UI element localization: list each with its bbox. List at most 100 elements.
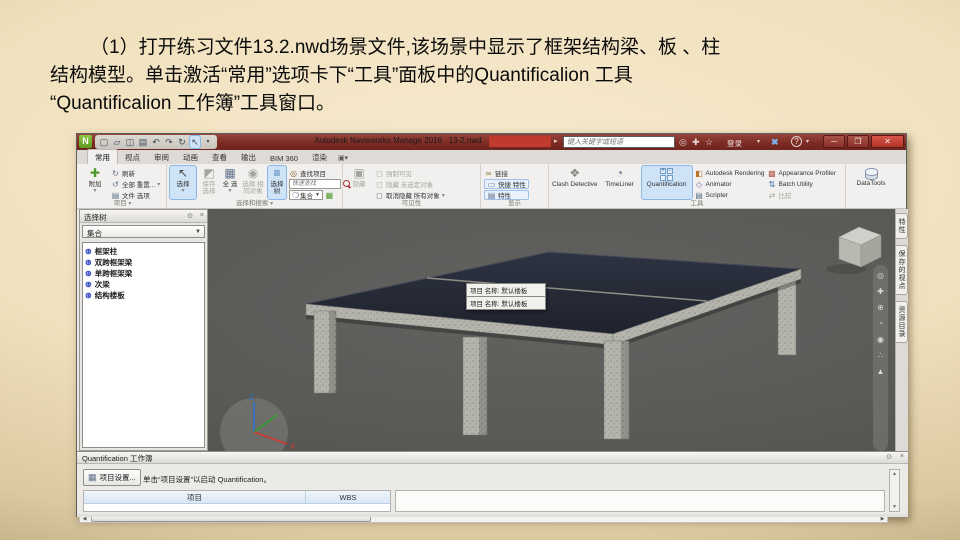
require-button[interactable]: ◻ 强制可见 [375,168,445,179]
exchange-apps-icon[interactable]: ✖ [771,136,779,148]
quick-find-input[interactable] [289,179,341,189]
panel-close-icon[interactable]: × [200,212,204,219]
minimize-button[interactable]: ─ [823,135,845,148]
search-binoculars-icon[interactable]: ◎ [679,136,687,148]
navigation-bar[interactable]: ◎ ✚ ⊕ ◔ ◉ ∴ ▲ [873,265,888,451]
signin-dropdown-icon[interactable]: ▾ [757,136,760,148]
select-button[interactable]: ↖ 选择 [169,165,197,200]
quantification-button[interactable]: Quantification [640,165,693,200]
search-input[interactable] [563,136,675,148]
tab-render[interactable]: 渲染 [305,150,334,164]
help-dropdown-icon[interactable]: ▾ [806,136,809,148]
subscription-icon[interactable]: ✚ [692,136,700,148]
appearance-profiler-button[interactable]: ▩ Appearance Profiler [767,168,836,178]
restore-button[interactable]: ❐ [847,135,869,148]
redo-icon[interactable]: ↷ [164,136,174,148]
look-icon[interactable]: ◉ [877,335,884,344]
links-button[interactable]: ∞ 链接 [484,168,529,179]
qat-dropdown-icon[interactable]: ▾ [203,136,213,148]
selection-tree-header[interactable]: 选择树 ⊙ × [80,210,207,223]
group-label-project[interactable]: 项目 [79,199,166,208]
tree-item[interactable]: ⊛ 结构楼板 [85,290,202,301]
column-header-wbs[interactable]: WBS [306,491,390,504]
group-label-tools[interactable]: 工具 [549,199,845,208]
tree-item[interactable]: ⊛ 单跨框架梁 [85,268,202,279]
pin-icon[interactable]: ⊙ [886,453,892,461]
help-icon[interactable]: ? [791,136,802,147]
timeliner-button[interactable]: ◔ TimeLiner [601,166,639,199]
ribbon-options-icon[interactable]: ▣▾ [338,154,348,164]
3d-viewport[interactable]: Z X 项目 名称: 默认楼板 项目 名称: 默认楼板 ◎ ✚ ⊕ ◔ ◉ ∴ … [208,209,895,451]
select-same-button[interactable]: ◉ 选择 相同对象 [241,166,265,199]
tab-bim360[interactable]: BIM 360 [263,152,305,164]
hide-unselected-button[interactable]: ◻ 隐藏 未选定对象 [375,179,445,190]
select-tool-icon[interactable]: ↖ [189,135,201,149]
sign-in-label[interactable]: 登录 [727,138,742,149]
scroll-down-icon[interactable]: ▼ [890,504,899,510]
hide-button[interactable]: ▣ 隐藏 [346,166,372,199]
open-file-icon[interactable]: ▱ [112,136,122,148]
tab-review[interactable]: 审阅 [147,150,176,164]
column-header-item[interactable]: 项目 [84,491,306,504]
workbook-header[interactable]: Quantification 工作簿 ⊙ × [77,452,908,464]
title-bar[interactable]: N ▢ ▱ ◫ ▤ ↶ ↷ ↻ ↖ ▾ Autodesk Navisworks … [77,134,906,150]
steering-wheel-icon[interactable]: ◎ [877,271,884,280]
animator-button[interactable]: ◇ Animator [695,179,765,189]
scroll-up-icon[interactable]: ▲ [890,471,899,477]
append-button[interactable]: ✚ 附加 [82,166,108,199]
group-label-visibility[interactable]: 可见性 [343,199,480,208]
batch-utility-button[interactable]: ⇅ Batch Utility [767,179,835,189]
refresh-icon[interactable]: ↻ [177,136,187,148]
quick-access-toolbar[interactable]: ▢ ▱ ◫ ▤ ↶ ↷ ↻ ↖ ▾ [95,135,217,149]
workbook-item-grid[interactable]: 项目 WBS [83,490,391,512]
project-setup-button[interactable]: ▦ 项目设置... [83,469,141,486]
workbook-detail-pane[interactable] [395,490,885,512]
close-button[interactable]: ✕ [871,135,904,148]
favorites-star-icon[interactable]: ☆ [705,136,713,148]
save-icon[interactable]: ◫ [125,136,135,148]
save-selection-button[interactable]: ◩ 保存 选择 [199,166,219,199]
navisworks-logo-icon[interactable]: N [79,135,92,148]
tree-mode-dropdown[interactable]: 集合 ▼ [82,225,205,238]
refresh-button[interactable]: ↻ 刷新 [111,168,160,179]
orbit-icon[interactable]: ◔ [878,319,883,328]
window-title: Autodesk Navisworks Manage 2016 13-2.nwd [308,136,488,145]
undo-icon[interactable]: ↶ [151,136,161,148]
clash-detective-button[interactable]: ❖ Clash Detective [552,166,598,199]
tree-item[interactable]: ⊛ 框架柱 [85,246,202,257]
pin-icon[interactable]: ⊙ [187,212,193,220]
quick-properties-button[interactable]: ▭ 快捷 特性 [484,179,529,189]
tab-animation[interactable]: 动画 [176,150,205,164]
new-file-icon[interactable]: ▢ [99,136,109,148]
print-icon[interactable]: ▤ [138,136,148,148]
zoom-icon[interactable]: ⊕ [877,303,884,312]
tab-home[interactable]: 常用 [87,149,118,164]
selection-tree-list[interactable]: ⊛ 框架柱 ⊛ 双跨框架梁 ⊛ 单跨框架梁 ⊛ 次梁 ⊛ 结构楼板 [82,242,205,448]
viewcube[interactable] [826,226,882,274]
status-bar [77,514,908,517]
tab-view[interactable]: 查看 [205,150,234,164]
tab-output[interactable]: 输出 [234,150,263,164]
selection-tree-button[interactable]: ≡ 选择 树 [267,165,287,200]
pan-icon[interactable]: ✚ [877,287,884,296]
panel-close-icon[interactable]: × [900,453,904,460]
group-label-display[interactable]: 显示 [481,199,548,208]
tab-properties-panel[interactable]: 特性 [896,213,908,239]
vertical-scrollbar[interactable]: ▲ ▼ [889,469,900,512]
autodesk-rendering-button[interactable]: ◧ Autodesk Rendering [695,168,764,178]
group-label-select-search[interactable]: 选择和搜索 [167,199,342,208]
tab-saved-viewpoints-panel[interactable]: 保存的视点 [896,245,908,295]
tree-item[interactable]: ⊛ 次梁 [85,279,202,290]
hide-icon: ▣ [353,166,365,180]
select-all-button[interactable]: ▦ 全 选 [222,166,238,199]
datatools-button[interactable]: DataTools [849,166,893,199]
tab-viewpoint[interactable]: 视点 [118,150,147,164]
group-tools: ❖ Clash Detective ◔ TimeLiner Quantifica… [549,164,846,208]
reset-all-button[interactable]: ↺ 全部 重置... [111,179,160,190]
title-collapse-icon[interactable]: ▸ [554,137,558,145]
tab-resource-catalog-panel[interactable]: 资源目录 [896,301,908,343]
walk-icon[interactable]: ∴ [878,351,883,360]
group-datatools: DataTools [846,164,906,208]
select-arrow-icon[interactable]: ▲ [877,367,885,376]
tree-item[interactable]: ⊛ 双跨框架梁 [85,257,202,268]
